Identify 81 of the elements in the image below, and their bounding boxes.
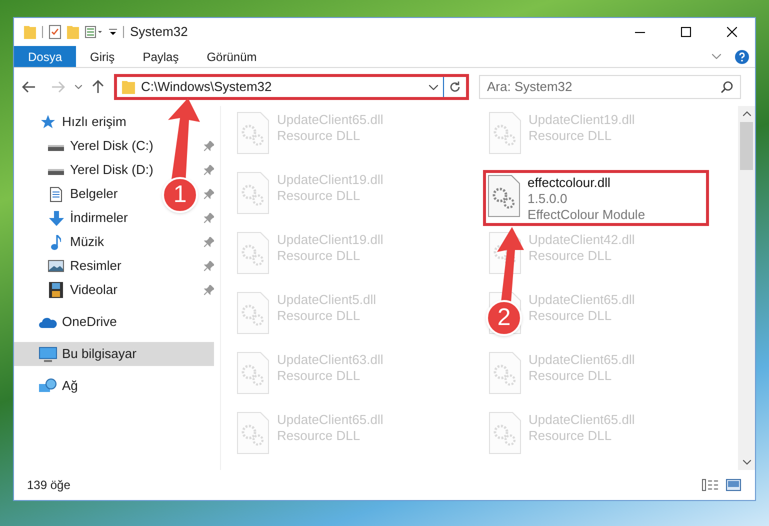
scrollbar-thumb[interactable]	[740, 122, 753, 170]
close-icon	[727, 27, 737, 37]
address-bar[interactable]: C:\Windows\System32	[114, 74, 469, 100]
sidebar-item[interactable]: Hızlı erişim	[14, 110, 128, 134]
network-icon	[39, 378, 57, 394]
pin-icon[interactable]	[204, 189, 214, 199]
file-name[interactable]: effectcolour.dll	[528, 175, 646, 191]
sidebar-item[interactable]: Yerel Disk (D:)	[14, 158, 156, 182]
file-description: Resource DLL	[277, 368, 362, 384]
file-description: Resource DLL	[528, 368, 613, 384]
properties-icon[interactable]	[85, 26, 103, 38]
sidebar-item[interactable]: Bu bilgisayar	[14, 342, 214, 366]
dll-file-icon	[488, 412, 520, 454]
folder-icon	[122, 80, 135, 94]
file-description: Resource DLL	[277, 428, 362, 444]
pin-icon[interactable]	[204, 213, 214, 223]
address-path: C:\Windows\System32	[141, 78, 272, 96]
window-title: System32	[130, 23, 188, 42]
dll-file-icon	[237, 412, 269, 454]
sidebar-item[interactable]: Videolar	[14, 278, 120, 302]
dll-file-icon	[488, 112, 520, 154]
ribbon-tab[interactable]: Görünüm	[192, 46, 271, 67]
star-icon	[41, 115, 55, 129]
file-version: 1.5.0.0	[528, 191, 568, 207]
ribbon-tab[interactable]: Giriş	[76, 46, 129, 67]
pin-icon[interactable]	[204, 237, 214, 247]
file-description: Resource DLL	[277, 188, 362, 204]
dll-file-icon	[237, 352, 269, 394]
dll-file-icon	[237, 172, 269, 214]
tiles-view-icon[interactable]	[726, 479, 741, 491]
music-note-icon	[51, 234, 61, 250]
dll-file-icon	[237, 112, 269, 154]
sidebar-item[interactable]: İndirmeler	[14, 206, 130, 230]
down-arrow-icon	[48, 210, 64, 226]
search-icon	[721, 81, 733, 93]
dropdown-icon[interactable]	[429, 84, 438, 90]
search-input: Ara: System32	[487, 77, 721, 97]
file-description: Resource DLL	[528, 128, 613, 144]
cloud-icon	[39, 316, 57, 328]
dll-file-icon	[488, 175, 520, 217]
checklist-icon[interactable]	[49, 25, 61, 39]
help-icon[interactable]	[735, 50, 749, 64]
pin-icon[interactable]	[204, 165, 214, 175]
ribbon-tab[interactable]: Paylaş	[128, 46, 193, 67]
scrollbar[interactable]	[738, 106, 755, 470]
ribbon-tab[interactable]: Dosya	[14, 46, 76, 67]
file-description: Resource DLL	[277, 128, 362, 144]
back-arrow-icon[interactable]	[22, 81, 36, 93]
scroll-up-icon[interactable]	[742, 111, 750, 116]
document-icon	[50, 186, 62, 202]
refresh-icon[interactable]	[449, 81, 461, 93]
file-description: Resource DLL	[528, 428, 613, 444]
dll-file-icon	[237, 292, 269, 334]
scroll-down-icon[interactable]	[742, 460, 750, 465]
chevron-down-icon[interactable]	[712, 54, 721, 59]
sidebar-item[interactable]: Ağ	[14, 374, 80, 398]
sidebar-item[interactable]: Resimler	[14, 254, 124, 278]
pin-icon[interactable]	[204, 141, 214, 151]
pin-icon[interactable]	[204, 261, 214, 271]
up-arrow-icon[interactable]	[92, 80, 104, 94]
monitor-icon	[39, 346, 57, 362]
dropdown-icon[interactable]	[109, 28, 117, 36]
item-count: 139 öğe	[27, 477, 70, 494]
file-description: Resource DLL	[528, 308, 613, 324]
maximize-icon	[681, 27, 691, 37]
sidebar-item[interactable]: Belgeler	[14, 182, 120, 206]
dll-file-icon	[488, 352, 520, 394]
file-tile[interactable]: effectcolour.dll 1.5.0.0 EffectColour Module	[482, 170, 708, 226]
pin-icon[interactable]	[204, 285, 214, 295]
sidebar-item[interactable]: OneDrive	[14, 310, 119, 334]
search-field[interactable]: Ara: System32	[479, 75, 741, 99]
file-description: Resource DLL	[277, 248, 362, 264]
picture-icon	[48, 260, 64, 272]
file-description: Resource DLL	[277, 308, 362, 324]
dll-file-icon	[237, 232, 269, 274]
file-description: EffectColour Module	[528, 207, 646, 223]
file-description: Resource DLL	[528, 248, 613, 264]
details-view-icon[interactable]	[702, 479, 718, 491]
sidebar-item[interactable]: Müzik	[14, 230, 106, 254]
film-icon	[49, 282, 63, 298]
sidebar-item[interactable]: Yerel Disk (C:)	[14, 134, 156, 158]
